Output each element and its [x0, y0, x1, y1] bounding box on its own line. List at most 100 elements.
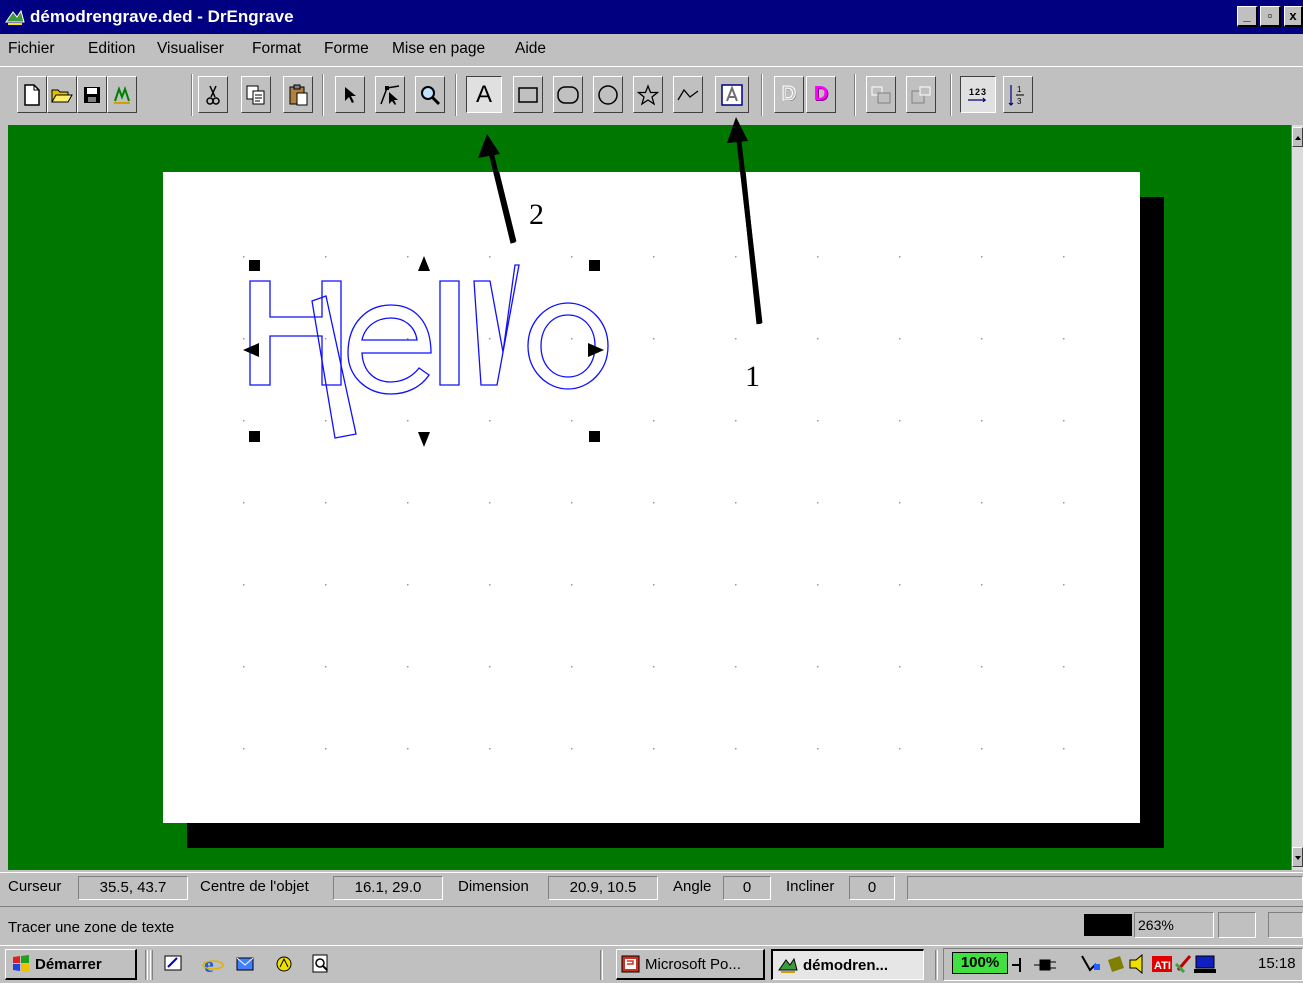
star-icon: [637, 83, 659, 106]
grid-dot: [981, 584, 983, 586]
outlook-icon[interactable]: [235, 953, 257, 975]
menu-mise-en-page[interactable]: Mise en page: [392, 40, 485, 58]
grid-dot: [735, 256, 737, 258]
text-tool-button[interactable]: A: [466, 76, 502, 113]
grid-dot: [899, 502, 901, 504]
tray-badge[interactable]: 100%: [952, 952, 1008, 974]
engrave-button[interactable]: [107, 76, 137, 113]
node-edit-tool-button[interactable]: [375, 76, 405, 113]
grid-dot: [653, 338, 655, 340]
align-right-button[interactable]: [906, 76, 936, 113]
grid-dot: [899, 338, 901, 340]
save-button[interactable]: [77, 76, 107, 113]
clock: 15:18: [1258, 955, 1296, 972]
status-panel-1: [1218, 912, 1256, 938]
d-outline-button[interactable]: D: [774, 76, 804, 113]
grid-dot: [1063, 338, 1065, 340]
grid-dot: [325, 338, 327, 340]
chevron-up-icon: [1295, 136, 1301, 140]
menu-format[interactable]: Format: [252, 40, 301, 58]
status-hint: Tracer une zone de texte: [8, 919, 175, 936]
grid-dot: [735, 748, 737, 750]
grid-dot: [407, 256, 409, 258]
align-left-button[interactable]: [866, 76, 896, 113]
numbering-123-icon: 123: [967, 87, 989, 102]
menu-visualiser[interactable]: Visualiser: [157, 40, 224, 58]
task-powerpoint[interactable]: Microsoft Po...: [616, 949, 765, 980]
grid-dot: [981, 666, 983, 668]
grid-dot: [407, 748, 409, 750]
start-button[interactable]: Démarrer: [5, 949, 137, 980]
task-drengrave[interactable]: démodren...: [771, 949, 924, 980]
grid-dot: [653, 666, 655, 668]
polyline-tool-button[interactable]: [673, 76, 703, 113]
object-center-label: Centre de l'objet: [200, 878, 309, 895]
grid-dot: [571, 256, 573, 258]
desktop-icon[interactable]: [163, 953, 185, 975]
grid-dot: [325, 420, 327, 422]
grid-dot: [735, 666, 737, 668]
tray-icons[interactable]: ATI: [1080, 952, 1218, 976]
start-label: Démarrer: [35, 955, 102, 973]
color-swatch: [1084, 914, 1132, 936]
close-button[interactable]: x: [1284, 6, 1303, 27]
paste-button[interactable]: [283, 76, 313, 113]
cut-button[interactable]: [198, 76, 228, 113]
zoom-level: 263%: [1134, 912, 1214, 938]
scissors-icon: [206, 85, 220, 105]
menu-edition[interactable]: Edition: [88, 40, 135, 58]
title-bar[interactable]: démodrengrave.ded - DrEngrave _ ▫ x: [0, 0, 1303, 34]
grid-dot: [1063, 584, 1065, 586]
internet-explorer-icon[interactable]: e: [202, 953, 224, 975]
scroll-down-button[interactable]: [1292, 847, 1303, 867]
grid-dot: [735, 502, 737, 504]
drawing-page[interactable]: 2 1: [163, 172, 1140, 823]
cursor-value: 35.5, 43.7: [78, 876, 188, 900]
angle-label: Angle: [673, 878, 712, 895]
task-powerpoint-label: Microsoft Po...: [645, 955, 741, 973]
grid-dot: [899, 748, 901, 750]
skew-value: 0: [849, 876, 895, 900]
minimize-button[interactable]: _: [1237, 6, 1258, 27]
rounded-rectangle-icon: [557, 85, 579, 104]
grid-dot: [325, 584, 327, 586]
text-box-tool-button[interactable]: [715, 76, 749, 113]
minimize-icon: _: [1243, 8, 1251, 23]
grid-dot: [817, 338, 819, 340]
object-center-value: 16.1, 29.0: [333, 876, 443, 900]
ellipse-tool-button[interactable]: [593, 76, 623, 113]
align-left-icon: [871, 86, 891, 103]
grid-dot: [981, 256, 983, 258]
vertical-scrollbar[interactable]: [1291, 125, 1303, 870]
copy-button[interactable]: [241, 76, 271, 113]
menu-aide[interactable]: Aide: [515, 40, 546, 58]
new-document-icon: [24, 83, 40, 106]
d-magenta-button[interactable]: D: [806, 76, 836, 113]
channels-icon[interactable]: [273, 953, 295, 975]
star-tool-button[interactable]: [633, 76, 663, 113]
zoom-tool-button[interactable]: [415, 76, 445, 113]
fraction-button[interactable]: 13: [1003, 76, 1033, 113]
fraction-icon: 13: [1008, 84, 1024, 106]
grid-dot: [653, 748, 655, 750]
grid-dot: [1063, 666, 1065, 668]
numbering-button[interactable]: 123: [960, 76, 996, 113]
search-icon[interactable]: [310, 953, 332, 975]
svg-text:1: 1: [1017, 85, 1022, 94]
open-button[interactable]: [47, 76, 77, 113]
annotation-label-1: 1: [745, 360, 760, 393]
rounded-rectangle-tool-button[interactable]: [553, 76, 583, 113]
new-document-button[interactable]: [17, 76, 47, 113]
select-tool-button[interactable]: [335, 76, 365, 113]
folder-open-icon: [51, 89, 73, 102]
menu-fichier[interactable]: Fichier: [8, 40, 55, 58]
rectangle-tool-button[interactable]: [513, 76, 543, 113]
scroll-up-button[interactable]: [1292, 127, 1303, 147]
grid-dot: [243, 502, 245, 504]
network-plug-icon[interactable]: [1010, 954, 1068, 976]
d-outline-icon: D: [781, 83, 797, 106]
menu-forme[interactable]: Forme: [324, 40, 369, 58]
grid-dot: [817, 748, 819, 750]
maximize-button[interactable]: ▫: [1260, 6, 1281, 27]
clipboard-icon: [289, 84, 308, 105]
